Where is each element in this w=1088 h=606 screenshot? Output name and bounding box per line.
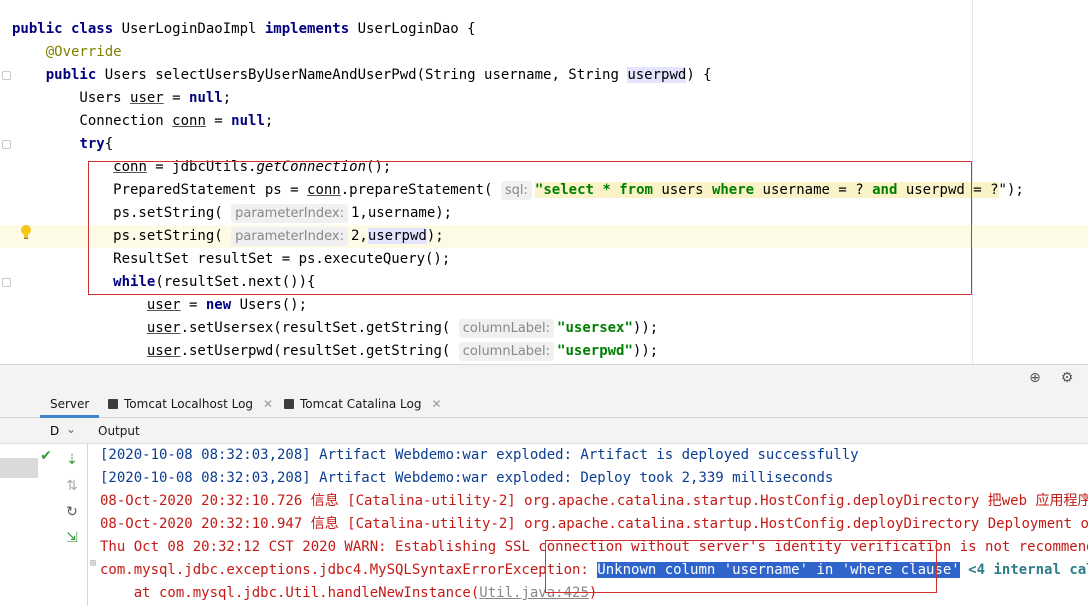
code-line: public Users selectUsersByUserNameAndUse… (0, 64, 1088, 87)
text-segment (12, 136, 79, 152)
text-segment: user (146, 320, 181, 336)
text-segment: ) { (686, 67, 712, 83)
code-line: user = new Users(); (0, 294, 1088, 317)
output-line: [2020-10-08 08:32:03,208] Artifact Webde… (100, 467, 833, 490)
text-segment: ; (264, 113, 274, 129)
text-segment: [2020-10-08 08:32:03,208] Artifact Webde… (100, 470, 834, 486)
code-line: Connection conn = null; (0, 110, 1088, 133)
text-segment: public (12, 67, 105, 83)
text-segment: .setUsersex(resultSet.getString( (180, 320, 459, 336)
deploy-all-icon[interactable]: ⇲ (64, 530, 80, 546)
check-icon: ✔ (40, 448, 52, 464)
output-line: 08-Oct-2020 20:32:10.726 信息 [Catalina-ut… (100, 490, 1088, 513)
code-line: @Override (0, 41, 1088, 64)
text-segment: { (104, 136, 114, 152)
tab-tomcat-localhost-log[interactable]: Tomcat Localhost Log ✕ (108, 390, 273, 418)
text-segment: 08-Oct-2020 20:32:10.947 信息 [Catalina-ut… (100, 516, 1088, 532)
inlay-hint: columnLabel: (458, 342, 555, 361)
text-segment: public class (12, 21, 122, 37)
deploy-icon[interactable]: ⇣ (64, 452, 80, 468)
tab-label: Server (50, 397, 90, 411)
code-line: try{ (0, 133, 1088, 156)
output-line: 08-Oct-2020 20:32:10.947 信息 [Catalina-ut… (100, 513, 1088, 536)
close-icon[interactable]: ✕ (263, 397, 273, 411)
text-segment: <4 internal calls> (968, 562, 1088, 578)
text-segment: "usersex" (557, 320, 633, 336)
text-segment: new (205, 297, 240, 313)
tab-tomcat-catalina-log[interactable]: Tomcat Catalina Log ✕ (284, 390, 442, 418)
text-segment: user (146, 343, 181, 359)
text-segment: user (146, 297, 181, 313)
text-segment: [2020-10-08 08:32:03,208] Artifact Webde… (100, 447, 859, 463)
tree-header-label: D (50, 424, 60, 438)
text-segment: com.mysql.jdbc.exceptions.jdbc4.MySQLSyn… (100, 562, 598, 578)
text-segment: Connection (12, 113, 173, 129)
text-segment: userpwd (627, 67, 687, 83)
deployment-tree-pane: D ⌄ ✔ ⇣ ⇅ ↻ ⇲ (0, 418, 88, 606)
inlay-hint: columnLabel: (458, 319, 555, 338)
expand-icon[interactable]: ⊞ (90, 558, 96, 569)
text-segment: "); (998, 182, 1024, 198)
tree-selected-row[interactable] (0, 458, 38, 478)
tab-server[interactable]: Server (40, 390, 100, 418)
text-segment: null (231, 113, 265, 129)
code-editor[interactable]: public class UserLoginDaoImpl implements… (0, 0, 1088, 364)
output-label: Output (98, 424, 140, 438)
output-line: [2020-10-08 08:32:03,208] Artifact Webde… (100, 444, 859, 467)
tab-label: Tomcat Catalina Log (300, 397, 422, 411)
text-segment: conn (172, 113, 206, 129)
output-line: at com.mysql.jdbc.Util.handleNewInstance… (100, 582, 598, 605)
tree-header: D ⌄ (0, 418, 88, 444)
text-segment (12, 343, 147, 359)
text-segment (12, 320, 147, 336)
text-segment: try (79, 136, 105, 152)
text-segment: UserLoginDao { (357, 21, 476, 37)
error-highlight-box (88, 161, 972, 295)
text-segment: )); (632, 343, 659, 359)
text-segment: @Override (12, 44, 122, 60)
log-file-icon (108, 399, 118, 409)
text-segment: = (180, 297, 206, 313)
text-segment: UserLoginDaoImpl (121, 21, 265, 37)
code-line: public class UserLoginDaoImpl implements… (0, 18, 1088, 41)
text-segment: .setUserpwd(resultSet.getString( (180, 343, 459, 359)
output-header: Output (88, 418, 1088, 444)
text-segment: Users selectUsersByUserNameAndUserPwd(St… (104, 67, 628, 83)
text-segment: ; (222, 90, 232, 106)
log-file-icon (284, 399, 294, 409)
text-segment: )); (632, 320, 659, 336)
text-segment: at com.mysql.jdbc.Util.handleNewInstance… (100, 585, 480, 601)
lightbulb-icon[interactable] (19, 224, 33, 240)
text-segment: "userpwd" (557, 343, 633, 359)
text-segment: implements (264, 21, 358, 37)
refresh-icon[interactable]: ↻ (64, 504, 80, 520)
tab-label: Tomcat Localhost Log (124, 397, 254, 411)
fold-marker[interactable] (2, 140, 11, 149)
fold-marker[interactable] (2, 278, 11, 287)
close-icon[interactable]: ✕ (431, 397, 441, 411)
text-segment: = (205, 113, 232, 129)
services-toolbar: ⊕ ⚙ (0, 364, 1088, 390)
exception-highlight-box (545, 540, 937, 593)
log-tabbar: Server Tomcat Localhost Log ✕ Tomcat Cata… (0, 390, 1088, 418)
crosshair-icon[interactable]: ⊕ (1026, 369, 1044, 387)
text-segment: 08-Oct-2020 20:32:10.726 信息 [Catalina-ut… (100, 493, 1088, 509)
chevron-down-icon[interactable]: ⌄ (66, 422, 76, 436)
text-segment (960, 562, 968, 578)
text-segment: Users (12, 90, 131, 106)
gear-icon[interactable]: ⚙ (1058, 369, 1076, 387)
redeploy-icon[interactable]: ⇅ (64, 478, 80, 494)
text-segment: null (189, 90, 223, 106)
text-segment: = (163, 90, 190, 106)
text-segment: Users(); (239, 297, 308, 313)
code-line: user.setUsersex(resultSet.getString( col… (0, 317, 1088, 340)
code-line: user.setUserpwd(resultSet.getString( col… (0, 340, 1088, 363)
code-line: Users user = null; (0, 87, 1088, 110)
fold-marker[interactable] (2, 71, 11, 80)
text-segment: user (130, 90, 164, 106)
text-segment (12, 297, 147, 313)
